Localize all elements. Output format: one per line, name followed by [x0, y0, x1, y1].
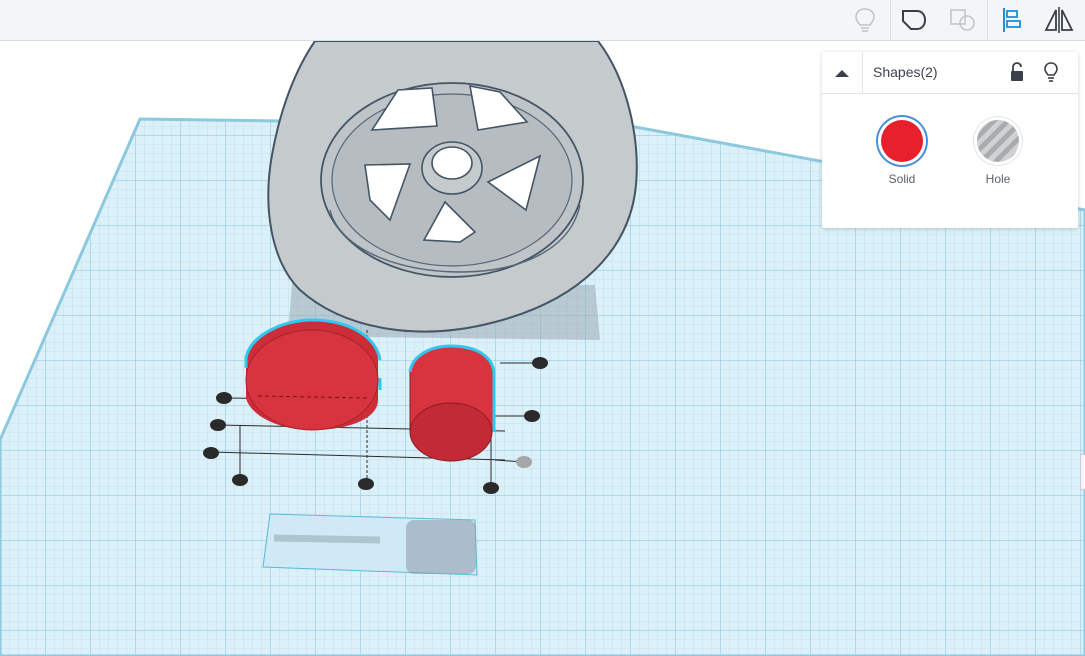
align-button[interactable]	[988, 0, 1036, 40]
resize-handle	[524, 410, 540, 422]
solid-label: Solid	[888, 172, 916, 186]
resize-handle	[232, 474, 248, 486]
resize-handle	[483, 482, 499, 494]
show-all-button[interactable]	[841, 0, 889, 40]
light-button[interactable]	[1040, 61, 1062, 83]
resize-handle	[216, 392, 232, 404]
side-panel-tab[interactable]	[1080, 454, 1085, 490]
solid-option[interactable]: Solid	[872, 120, 932, 186]
resize-handle	[210, 419, 226, 431]
red-cylinder-small[interactable]	[408, 344, 496, 462]
mirror-button[interactable]	[1035, 0, 1083, 40]
lightbulb-icon	[855, 8, 875, 32]
hole-option[interactable]: Hole	[968, 120, 1028, 186]
height-handle	[532, 357, 548, 369]
align-icon	[1003, 8, 1021, 32]
shape-inspector: Shapes(2) Solid Hole	[822, 52, 1078, 228]
red-cylinder-large[interactable]	[244, 318, 382, 431]
unlock-icon	[1011, 62, 1023, 81]
resize-handle	[203, 447, 219, 459]
group-button[interactable]	[890, 0, 938, 40]
lightbulb-icon	[1044, 62, 1058, 82]
ungroup-button[interactable]	[939, 0, 987, 40]
caret-up-icon	[835, 69, 849, 77]
rotate-handle	[516, 456, 532, 468]
top-toolbar	[0, 0, 1085, 41]
lock-button[interactable]	[1006, 61, 1028, 83]
inspector-title: Shapes(2)	[873, 64, 938, 80]
hole-swatch[interactable]	[977, 120, 1019, 162]
resize-handle	[358, 478, 374, 490]
selection-shadow	[262, 513, 478, 576]
solid-swatch[interactable]	[881, 120, 923, 162]
inspector-header: Shapes(2)	[822, 52, 1078, 94]
mirror-icon	[1044, 7, 1074, 33]
collapse-button[interactable]	[822, 52, 863, 93]
group-shape-icon	[902, 10, 927, 30]
hole-label: Hole	[985, 172, 1011, 186]
ungroup-shape-icon	[950, 9, 975, 31]
